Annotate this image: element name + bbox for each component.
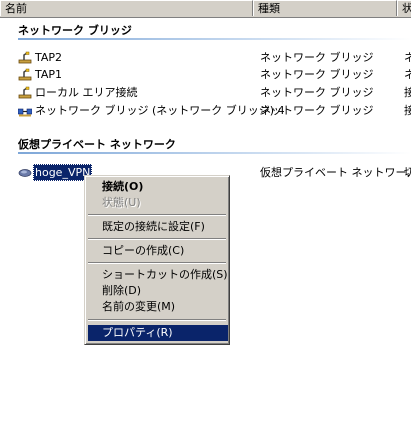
context-menu: 接続(O) 状態(U) 既定の接続に設定(F) コピーの作成(C) ショートカッ…: [84, 175, 230, 345]
menu-item-rename[interactable]: 名前の変更(M): [88, 299, 228, 315]
list-item-status: ネ: [404, 51, 411, 64]
menu-separator: [88, 319, 226, 321]
vpn-connection-icon: [18, 166, 32, 179]
menu-item-copy[interactable]: コピーの作成(C): [88, 243, 228, 259]
list-item-name: ローカル エリア接続: [35, 86, 138, 99]
list-item-tap2[interactable]: TAP2 ネットワーク ブリッジ ネ: [0, 49, 411, 66]
list-item-status: 接: [404, 86, 411, 99]
menu-item-create-shortcut[interactable]: ショートカットの作成(S): [88, 267, 228, 283]
column-header-bar: 名前 種類 状: [0, 0, 411, 18]
menu-separator: [88, 262, 226, 264]
list-item-type: ネットワーク ブリッジ: [260, 68, 374, 81]
list-item-network-bridge-4[interactable]: ネットワーク ブリッジ (ネットワーク ブリッジ) 4 ネットワーク ブリッジ …: [0, 102, 411, 119]
menu-separator: [88, 214, 226, 216]
network-bridge-icon: [17, 104, 33, 117]
list-item-local-area-connection[interactable]: ローカル エリア接続 ネットワーク ブリッジ 接: [0, 84, 411, 101]
network-connection-icon: [18, 86, 32, 99]
network-connection-icon: [18, 51, 32, 64]
column-header-type[interactable]: 種類: [253, 0, 397, 16]
list-item-type: ネットワーク ブリッジ: [260, 104, 374, 117]
list-item-name: TAP2: [35, 51, 63, 64]
menu-separator: [88, 238, 226, 240]
network-connections-window: 名前 種類 状 ネットワーク ブリッジ TAP2 ネットワーク ブリッジ ネ T…: [0, 0, 411, 426]
group-divider: [18, 152, 411, 154]
menu-item-set-default[interactable]: 既定の接続に設定(F): [88, 219, 228, 235]
column-header-status[interactable]: 状: [397, 0, 411, 16]
network-connection-icon: [18, 68, 32, 81]
list-item-status: 接: [404, 104, 411, 117]
list-item-type: ネットワーク ブリッジ: [260, 51, 374, 64]
list-item-name: TAP1: [35, 68, 63, 81]
group-divider: [18, 38, 411, 40]
list-item-tap1[interactable]: TAP1 ネットワーク ブリッジ ネ: [0, 66, 411, 83]
menu-item-delete[interactable]: 削除(D): [88, 283, 228, 299]
group-title-vpn: 仮想プライベート ネットワーク: [18, 138, 176, 151]
list-item-status: 切: [404, 166, 411, 179]
list-item-status: ネ: [404, 68, 411, 81]
list-item-type: ネットワーク ブリッジ: [260, 86, 374, 99]
menu-item-status: 状態(U): [102, 196, 141, 209]
column-header-name[interactable]: 名前: [0, 0, 253, 16]
list-item-type: 仮想プライベート ネットワー...: [260, 166, 411, 179]
list-item-name: ネットワーク ブリッジ (ネットワーク ブリッジ) 4: [35, 104, 285, 117]
group-title-network-bridge: ネットワーク ブリッジ: [18, 24, 132, 37]
menu-item-properties[interactable]: プロパティ(R): [88, 325, 228, 341]
menu-item-connect[interactable]: 接続(O): [88, 179, 228, 195]
